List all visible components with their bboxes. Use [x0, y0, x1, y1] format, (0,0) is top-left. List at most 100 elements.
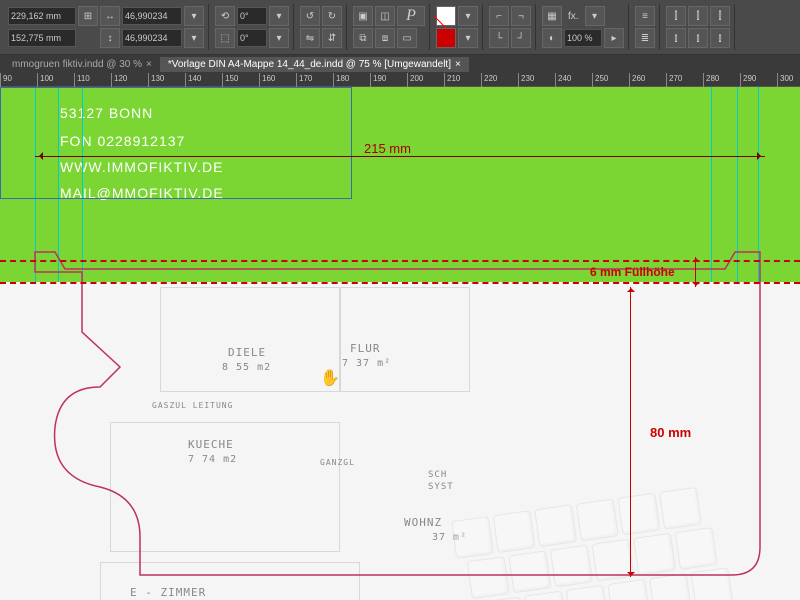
ungroup-icon[interactable]: ⧈ — [375, 28, 395, 48]
ruler-tick: 120 — [111, 73, 127, 87]
dim-line-height — [630, 287, 631, 577]
frame-icon[interactable]: ▭ — [397, 28, 417, 48]
ruler-tick: 160 — [259, 73, 275, 87]
align-group: ≡ ≣ — [631, 4, 660, 50]
stroke-swatch[interactable] — [436, 28, 456, 48]
green-background: 53127 BONN FON 0228912137 WWW.IMMOFIKTIV… — [0, 87, 800, 282]
rotate-cw-icon[interactable]: ↻ — [322, 6, 342, 26]
distribute-group: ⫿ ⫿ ⫿ ⫾ ⫾ ⫾ — [662, 4, 735, 50]
x-coord-input[interactable] — [8, 7, 76, 25]
dist-icon[interactable]: ⫾ — [710, 28, 730, 48]
room-outline — [340, 287, 470, 392]
dim-text-height: 80 mm — [650, 425, 691, 440]
ruler-tick: 270 — [666, 73, 682, 87]
ref-point-icon[interactable]: ⊞ — [78, 6, 98, 26]
rotate-icon[interactable]: ⟲ — [215, 6, 235, 26]
width-icon: ↔ — [100, 6, 120, 26]
dim-line-fill — [695, 257, 696, 287]
fx-dropdown[interactable]: ▾ — [585, 6, 605, 26]
contact-zip: 53127 BONN — [60, 105, 153, 121]
opacity-input[interactable] — [564, 29, 602, 47]
select-container-icon[interactable]: ◫ — [375, 6, 395, 26]
ruler-tick: 240 — [555, 73, 571, 87]
paragraph-icon[interactable]: P — [397, 6, 425, 26]
tab-label: *Vorlage DIN A4-Mappe 14_44_de.indd @ 75… — [168, 59, 451, 70]
height-input[interactable] — [122, 29, 182, 47]
fold-line — [0, 260, 800, 262]
horizontal-ruler[interactable]: 90 100 110 120 130 140 150 160 170 180 1… — [0, 73, 800, 87]
corner-icon[interactable]: ┘ — [511, 28, 531, 48]
ruler-tick: 200 — [407, 73, 423, 87]
ruler-tick: 230 — [518, 73, 534, 87]
ruler-tick: 280 — [703, 73, 719, 87]
close-icon[interactable]: × — [455, 59, 461, 70]
align-icon[interactable]: ≣ — [635, 28, 655, 48]
y-coord-input[interactable] — [8, 29, 76, 47]
shear-icon[interactable]: ⬚ — [215, 28, 235, 48]
corner-icon[interactable]: └ — [489, 28, 509, 48]
ruler-tick: 130 — [148, 73, 164, 87]
dist-icon[interactable]: ⫿ — [666, 6, 686, 26]
ruler-tick: 150 — [222, 73, 238, 87]
room-label-zimmer: E - ZIMMER — [130, 586, 206, 599]
ruler-tick: 170 — [296, 73, 312, 87]
fold-line — [0, 282, 800, 284]
ruler-tick: 180 — [333, 73, 349, 87]
align-icon[interactable]: ≡ — [635, 6, 655, 26]
select-icon[interactable]: ▣ — [353, 6, 373, 26]
flip-h-icon[interactable]: ⇋ — [300, 28, 320, 48]
stroke-dropdown[interactable]: ▾ — [458, 6, 478, 26]
rotation-input[interactable] — [237, 7, 267, 25]
dim-text-width: 215 mm — [364, 141, 411, 156]
control-bar: ⊞ ↔ ▾ ⊞ ↕ ▾ ⟲ ▾ ⬚ ▾ ↺ ↻ ⇋ — [0, 0, 800, 55]
dropdown-icon[interactable]: ▾ — [269, 6, 289, 26]
room-label-sch: SCH — [428, 470, 447, 480]
fill-swatch[interactable] — [436, 6, 456, 26]
fill-stroke-group: ▾ ▾ — [432, 4, 483, 50]
position-group: ⊞ ↔ ▾ ⊞ ↕ ▾ — [4, 4, 209, 50]
dropdown-icon[interactable]: ▾ — [184, 28, 204, 48]
width-input[interactable] — [122, 7, 182, 25]
dist-icon[interactable]: ⫾ — [688, 28, 708, 48]
document-tab-2[interactable]: *Vorlage DIN A4-Mappe 14_44_de.indd @ 75… — [160, 57, 469, 72]
hand-cursor-icon: ✋ — [320, 368, 340, 388]
dropdown-icon[interactable]: ▾ — [269, 28, 289, 48]
rotate-ccw-icon[interactable]: ↺ — [300, 6, 320, 26]
ruler-tick: 260 — [629, 73, 645, 87]
contact-phone: FON 0228912137 — [60, 133, 185, 149]
group-icon[interactable]: ⧉ — [353, 28, 373, 48]
dist-icon[interactable]: ⫾ — [666, 28, 686, 48]
document-tab-1[interactable]: mmogruen fiktiv.indd @ 30 % × — [4, 57, 160, 72]
shear-input[interactable] — [237, 29, 267, 47]
stroke-dropdown[interactable]: ▾ — [458, 28, 478, 48]
height-icon: ↕ — [100, 28, 120, 48]
document-canvas[interactable]: 53127 BONN FON 0228912137 WWW.IMMOFIKTIV… — [0, 87, 800, 600]
effects-icon[interactable]: ▦ — [542, 6, 562, 26]
room-label-wohnz: WOHNZ — [404, 516, 442, 529]
room-outline — [160, 287, 340, 392]
object-group: ▣ ◫ P ⧉ ⧈ ▭ — [349, 4, 430, 50]
corner-icon[interactable]: ¬ — [511, 6, 531, 26]
ruler-tick: 100 — [37, 73, 53, 87]
dist-icon[interactable]: ⫿ — [688, 6, 708, 26]
ruler-tick: 290 — [740, 73, 756, 87]
ruler-tick: 110 — [74, 73, 90, 87]
room-label-kueche: KUECHE — [188, 438, 234, 451]
room-size-flur: 7 37 m² — [342, 358, 391, 369]
dist-icon[interactable]: ⫿ — [710, 6, 730, 26]
ruler-tick: 90 — [0, 73, 12, 87]
dropdown-icon[interactable]: ▾ — [184, 6, 204, 26]
opacity-icon[interactable]: ◐ — [542, 28, 562, 48]
contact-mail: MAIL@MMOFIKTIV.DE — [60, 185, 224, 201]
blueprint-image: DIELE 8 55 m2 FLUR 7 37 m² KUECHE 7 74 m… — [0, 282, 800, 600]
flip-v-icon[interactable]: ⇵ — [322, 28, 342, 48]
room-label-ganzgl: GANZGL — [320, 458, 355, 467]
effects-group: ▦ fx. ▾ ◐ ▸ — [538, 4, 629, 50]
close-icon[interactable]: × — [146, 59, 152, 70]
dropdown-icon[interactable]: ▸ — [604, 28, 624, 48]
fx-label: fx. — [564, 11, 583, 22]
tab-label: mmogruen fiktiv.indd @ 30 % — [12, 59, 142, 70]
room-size-kueche: 7 74 m2 — [188, 454, 237, 465]
ruler-tick: 190 — [370, 73, 386, 87]
corner-icon[interactable]: ⌐ — [489, 6, 509, 26]
